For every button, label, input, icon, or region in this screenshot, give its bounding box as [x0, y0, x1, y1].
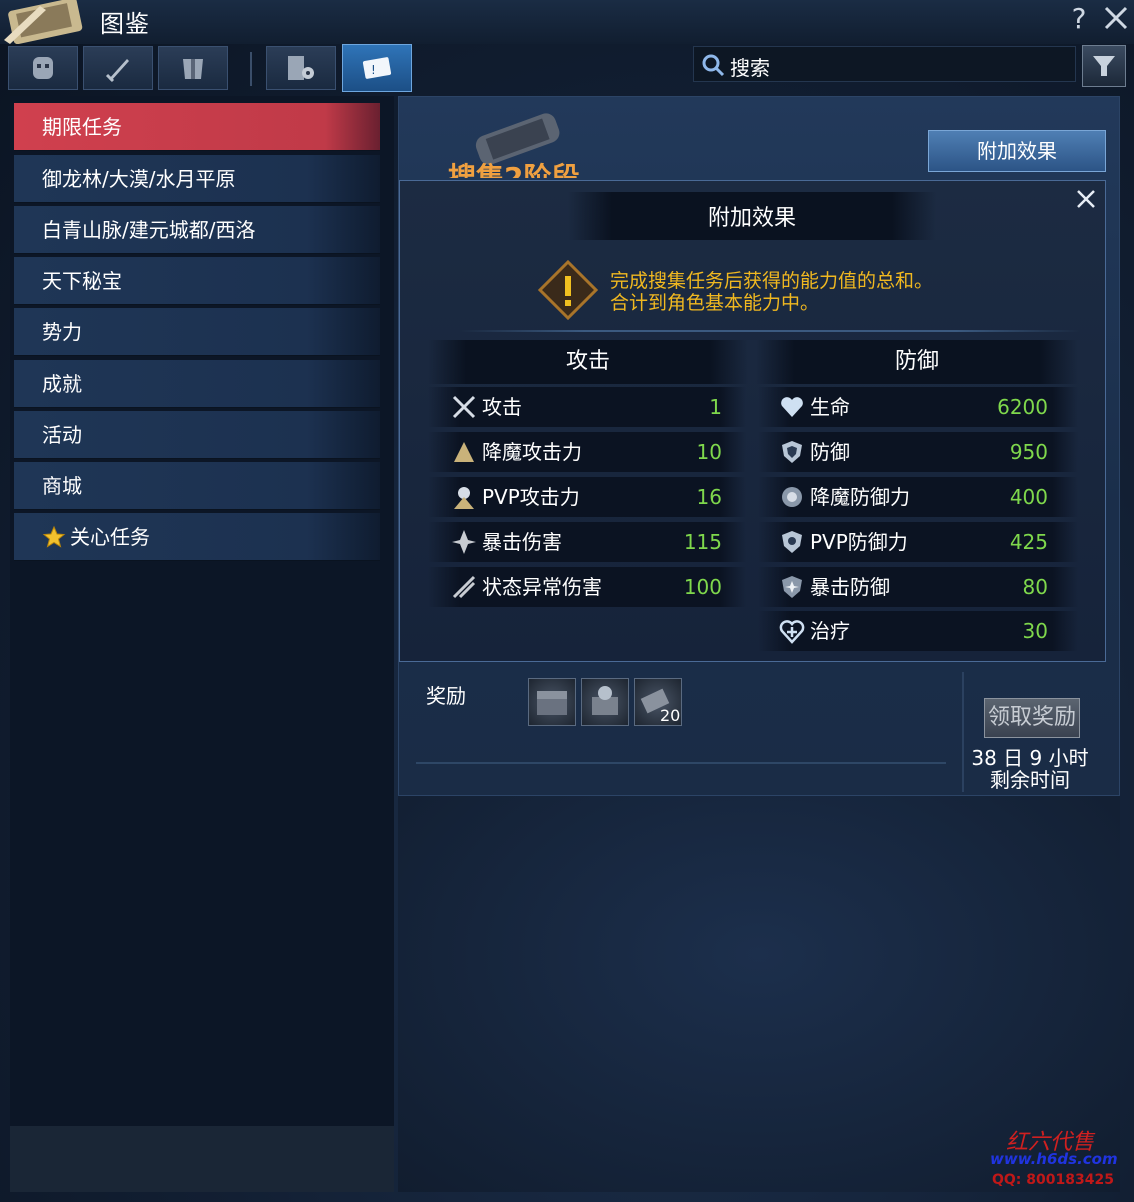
mask-icon [33, 57, 53, 79]
tab-mask[interactable] [8, 46, 78, 90]
divider [416, 762, 946, 764]
svg-text:!: ! [371, 63, 376, 77]
critical-damage-icon [452, 530, 476, 554]
sidebar-item-treasures[interactable]: 天下秘宝 [14, 257, 380, 305]
filter-button[interactable] [1082, 45, 1126, 87]
stat-name: 防御 [810, 440, 850, 464]
pvp-attack-icon [454, 487, 474, 509]
bonus-effect-button[interactable]: 附加效果 [928, 130, 1106, 172]
heal-icon [779, 620, 805, 644]
stat-value: 425 [1009, 530, 1048, 554]
sidebar-item-region-2[interactable]: 白青山脉/建元城都/西洛 [14, 206, 380, 254]
close-icon[interactable] [1102, 4, 1130, 32]
sidebar-item-events[interactable]: 活动 [14, 411, 380, 459]
star-icon [42, 525, 66, 548]
divider [460, 330, 1080, 332]
book-gear-icon [288, 56, 314, 80]
stat-name: PVP攻击力 [482, 485, 580, 509]
stat-value: 30 [1022, 619, 1048, 643]
heart-icon [781, 397, 803, 417]
tab-weapons[interactable] [83, 46, 153, 90]
stat-value: 10 [696, 440, 722, 464]
defense-column-header: 防御 [756, 340, 1078, 384]
time-remaining-label: 剩余时间 [990, 768, 1070, 792]
search-icon [702, 54, 725, 77]
status-damage-icon [452, 575, 476, 599]
help-button[interactable]: ? [1066, 2, 1092, 35]
title-bar [0, 0, 1134, 44]
attack-column-header: 攻击 [428, 340, 748, 384]
watermark-qq: QQ: 800183425 [992, 1172, 1114, 1188]
stat-name: 状态异常伤害 [482, 575, 602, 599]
scroll-quest-icon: ! [362, 57, 392, 79]
filter-icon [1093, 56, 1115, 76]
sidebar-item-limited-quests[interactable]: 期限任务 [14, 103, 380, 151]
stat-value: 80 [1022, 575, 1048, 599]
critical-defense-icon [782, 576, 802, 598]
sidebar-item-achievements[interactable]: 成就 [14, 360, 380, 408]
stat-name: PVP防御力 [810, 530, 908, 554]
stat-value: 400 [1009, 485, 1048, 509]
reward-slot-material[interactable] [581, 678, 629, 726]
sidebar-item-faction[interactable]: 势力 [14, 308, 380, 356]
shield-icon [782, 441, 802, 463]
sidebar-item-watched-quests[interactable]: 关心任务 [14, 513, 380, 561]
watermark-url: www.h6ds.com [990, 1150, 1118, 1168]
stat-name: 治疗 [810, 619, 850, 643]
stat-value: 16 [696, 485, 722, 509]
stat-name: 攻击 [482, 395, 522, 419]
demon-attack-icon [454, 442, 474, 462]
crossed-swords-icon [452, 395, 476, 419]
sword-icon [105, 59, 129, 83]
demon-defense-icon [782, 487, 802, 507]
chest-icon [537, 691, 567, 715]
sidebar-item-region-1[interactable]: 御龙林/大漠/水月平原 [14, 155, 380, 203]
stat-value: 950 [1009, 440, 1048, 464]
window-title: 图鉴 [100, 10, 150, 38]
armor-icon [183, 59, 203, 79]
stat-name: 暴击伤害 [482, 530, 562, 554]
tab-armor[interactable] [158, 46, 228, 90]
reward-slot-chest[interactable] [528, 678, 576, 726]
tab-quest-collection[interactable]: ! [342, 44, 412, 92]
warning-icon [537, 260, 599, 320]
notice-text: 合计到角色基本能力中。 [610, 292, 820, 314]
crystal-box-icon [592, 686, 618, 715]
book-quill-logo-icon [4, 0, 83, 44]
stat-value: 6200 [997, 395, 1048, 419]
reward-count: 20 [660, 706, 681, 725]
tab-divider [250, 52, 252, 86]
tab-book[interactable] [266, 46, 336, 90]
stat-name: 降魔防御力 [810, 485, 910, 509]
sidebar-item-shop[interactable]: 商城 [14, 462, 380, 510]
reward-label: 奖励 [426, 684, 466, 708]
stat-name: 生命 [810, 395, 850, 419]
claim-reward-button[interactable]: 领取奖励 [984, 698, 1080, 738]
stat-value: 1 [709, 395, 722, 419]
stat-value: 100 [683, 575, 722, 599]
stat-value: 115 [683, 530, 722, 554]
stat-name: 暴击防御 [810, 575, 890, 599]
stat-name: 降魔攻击力 [482, 440, 582, 464]
close-icon[interactable] [1073, 186, 1099, 212]
popup-title: 附加效果 [707, 206, 796, 231]
search-placeholder: 搜索 [730, 56, 770, 80]
stage-title: 搜集2阶段 [448, 161, 580, 178]
pvp-defense-icon [782, 531, 802, 553]
sidebar-footer [10, 1126, 394, 1192]
